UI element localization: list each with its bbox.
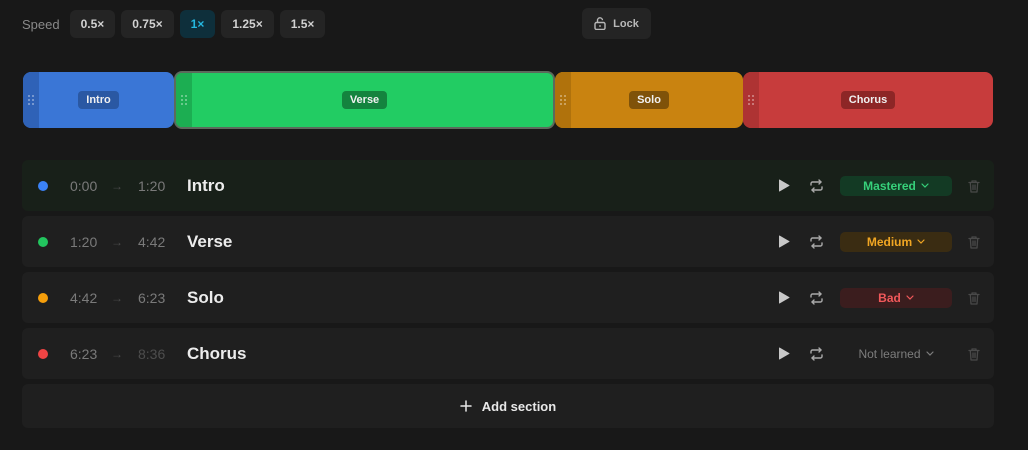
status-dropdown[interactable]: Medium [840,231,952,252]
section-color-dot [38,236,48,247]
section-row-intro[interactable]: 0:00 → 1:20 Intro Mastered [22,160,994,211]
trash-icon[interactable] [962,174,986,198]
section-actions: Bad [772,272,986,323]
status-label: Not learned [858,346,921,361]
section-end-time: 4:42 [138,233,166,250]
status-label: Mastered [863,178,916,193]
timeline-segment-solo[interactable]: Solo [555,72,743,128]
segment-label: Intro [78,91,119,109]
section-start-time: 4:42 [70,289,98,306]
speed-0-5-button[interactable]: 0.5× [69,10,116,38]
section-row-chorus[interactable]: 6:23 → 8:36 Chorus Not learned [22,328,994,379]
plus-icon [460,400,472,412]
section-name[interactable]: Intro [187,176,225,196]
section-end-time: 1:20 [138,177,166,194]
chevron-down-icon [921,183,929,188]
section-color-dot [38,180,48,191]
play-icon[interactable] [772,174,796,198]
trash-icon[interactable] [962,230,986,254]
add-section-button[interactable]: Add section [22,384,994,428]
section-name[interactable]: Solo [187,288,224,308]
trash-icon[interactable] [962,342,986,366]
lock-label: Lock [613,17,639,30]
section-timeline: Intro Verse Solo Chorus [23,71,994,129]
section-start-time: 0:00 [70,177,98,194]
lock-button[interactable]: Lock [582,8,651,39]
speed-1-5-button[interactable]: 1.5× [279,10,326,38]
speed-0-75-button[interactable]: 0.75× [121,10,174,38]
status-label: Bad [878,290,901,305]
repeat-icon[interactable] [804,230,828,254]
section-end-time: 8:36 [138,345,166,362]
chevron-down-icon [906,295,914,300]
section-name[interactable]: Chorus [187,344,247,364]
section-start-time: 6:23 [70,345,98,362]
timeline-segment-chorus[interactable]: Chorus [743,72,993,128]
lock-open-icon [594,17,606,30]
arrow-right-icon: → [111,178,123,193]
section-color-dot [38,348,48,359]
status-dropdown[interactable]: Bad [840,287,952,308]
section-actions: Mastered [772,160,986,211]
chevron-down-icon [925,351,934,356]
status-label: Medium [866,234,913,249]
grip-icon[interactable] [176,73,192,127]
status-dropdown[interactable]: Mastered [840,175,952,196]
repeat-icon[interactable] [804,342,828,366]
section-actions: Medium [772,216,986,267]
section-actions: Not learned [772,328,986,379]
arrow-right-icon: → [111,234,123,249]
grip-icon[interactable] [23,72,39,128]
section-start-time: 1:20 [70,233,98,250]
play-icon[interactable] [772,342,796,366]
status-dropdown[interactable]: Not learned [840,344,952,364]
grip-icon[interactable] [743,72,759,128]
section-end-time: 6:23 [138,289,166,306]
arrow-right-icon: → [111,290,123,305]
timeline-segment-intro[interactable]: Intro [23,72,174,128]
section-row-verse[interactable]: 1:20 → 4:42 Verse Medium [22,216,994,267]
section-name[interactable]: Verse [187,232,232,252]
speed-1-25-button[interactable]: 1.25× [221,10,274,38]
add-section-label: Add section [481,398,557,414]
section-color-dot [38,292,48,303]
segment-label: Solo [629,91,669,109]
grip-icon[interactable] [555,72,571,128]
play-icon[interactable] [772,286,796,310]
trash-icon[interactable] [962,286,986,310]
timeline-segment-verse[interactable]: Verse [174,71,555,129]
speed-label: Speed [22,16,60,32]
arrow-right-icon: → [111,346,123,361]
repeat-icon[interactable] [804,286,828,310]
segment-label: Verse [341,91,388,109]
chevron-down-icon [917,239,925,244]
repeat-icon[interactable] [804,174,828,198]
speed-1-button[interactable]: 1× [179,10,216,38]
section-row-solo[interactable]: 4:42 → 6:23 Solo Bad [22,272,994,323]
speed-toolbar: Speed 0.5× 0.75× 1× 1.25× 1.5× [22,10,331,38]
play-icon[interactable] [772,230,796,254]
segment-label: Chorus [840,91,896,109]
